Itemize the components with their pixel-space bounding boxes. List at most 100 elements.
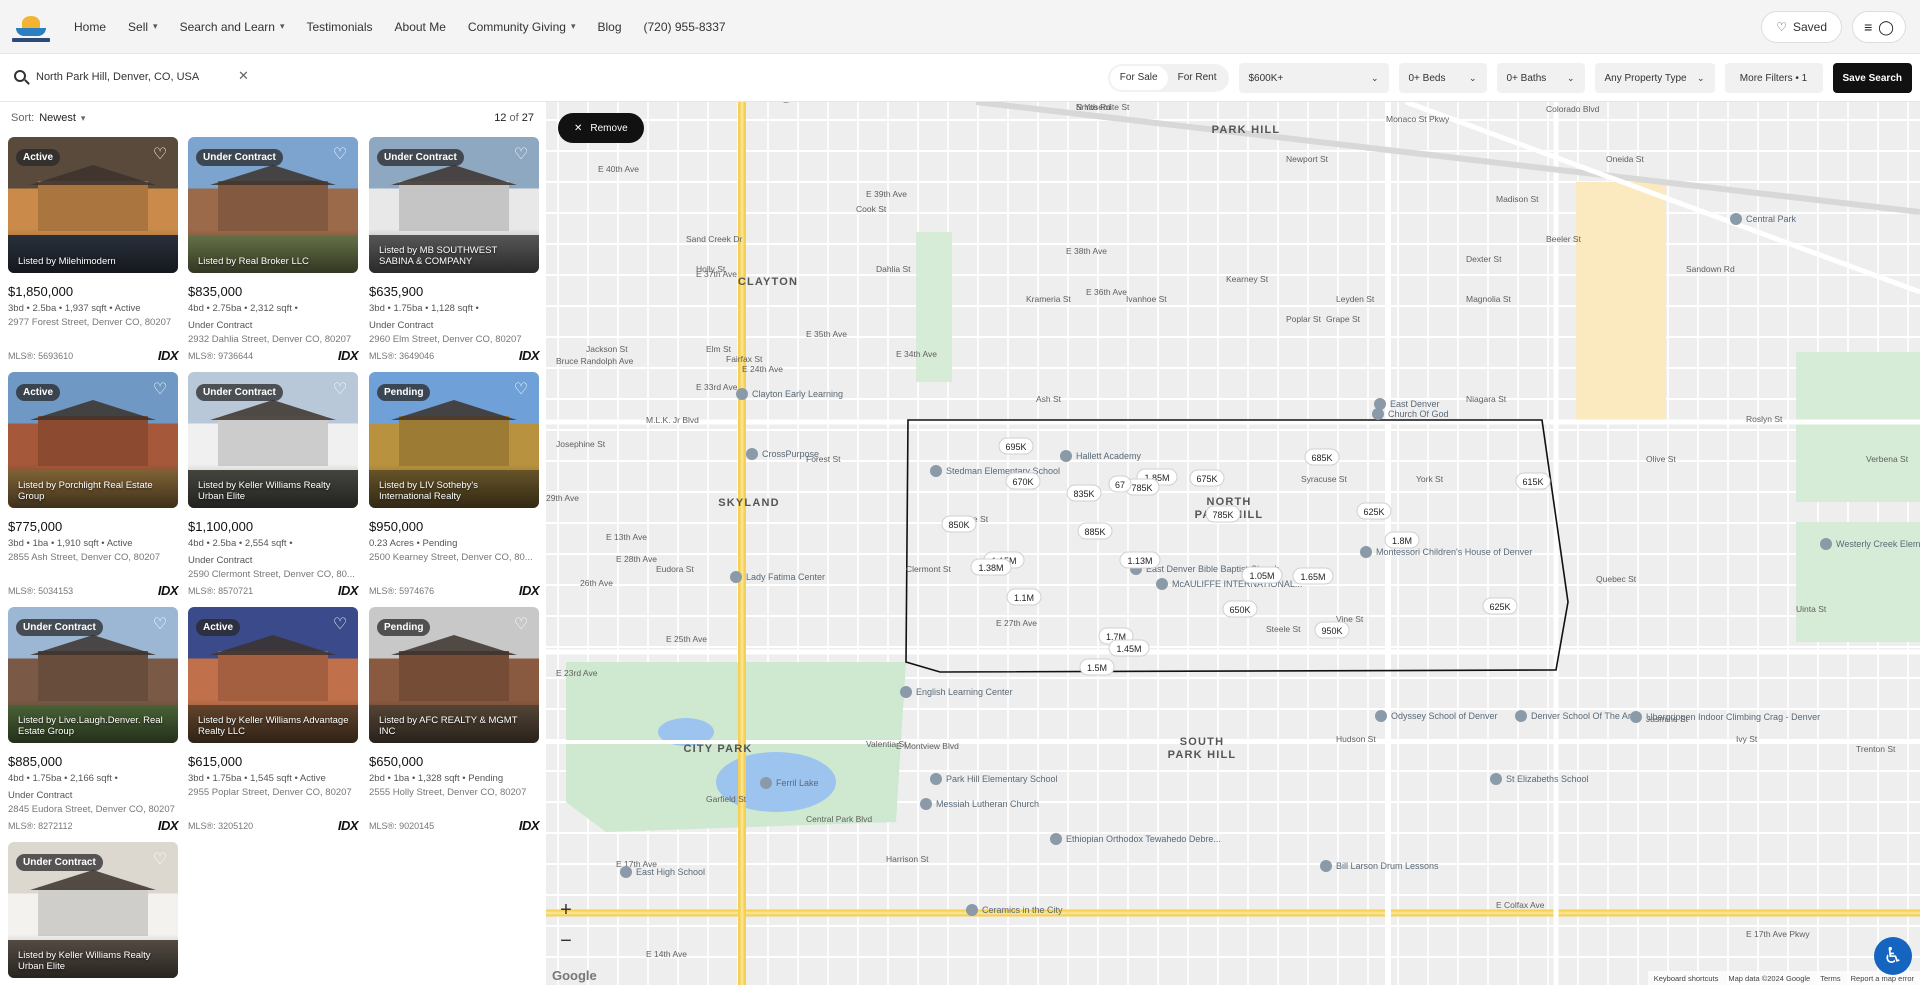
nav-sell[interactable]: Sell ▾ — [128, 20, 158, 34]
listing-photo[interactable]: Under Contract ♡ Listed by MB SOUTHWEST … — [369, 137, 539, 273]
favorite-heart-icon[interactable]: ♡ — [332, 617, 348, 633]
clear-search-icon[interactable]: ✕ — [238, 68, 249, 84]
price-pin[interactable]: 1.13M — [1119, 551, 1161, 569]
price-pin[interactable]: 950K — [1314, 621, 1350, 639]
report-error-link[interactable]: Report a map error — [1851, 974, 1914, 983]
listing-card[interactable]: Active ♡ Listed by Milehimodern $1,850,0… — [8, 137, 179, 363]
price-pin[interactable]: 675K — [1189, 469, 1225, 487]
nav-home[interactable]: Home — [74, 20, 106, 34]
price-pin[interactable]: 835K — [1066, 484, 1102, 502]
map-view[interactable]: PARK HILLCLAYTONSKYLANDNORTHPARK HILLCIT… — [546, 102, 1920, 985]
favorite-heart-icon[interactable]: ♡ — [513, 617, 529, 633]
listing-photo[interactable]: Pending ♡ Listed by AFC REALTY & MGMT IN… — [369, 607, 539, 743]
street-label: N Yosemite St — [1076, 102, 1130, 112]
favorite-heart-icon[interactable]: ♡ — [513, 147, 529, 163]
street-label: E 24th Ave — [742, 364, 783, 374]
beds-filter[interactable]: 0+ Beds ⌄ — [1398, 63, 1487, 93]
price-filter[interactable]: $600K+ ⌄ — [1238, 63, 1389, 93]
price-pin[interactable]: 850K — [941, 515, 977, 533]
remove-boundary-button[interactable]: ✕ Remove — [558, 113, 644, 143]
nav-blog[interactable]: Blog — [597, 20, 621, 34]
listing-card[interactable]: Pending ♡ Listed by LIV Sotheby's Intern… — [369, 372, 540, 598]
zoom-out-button[interactable]: − — [554, 928, 578, 954]
saved-button[interactable]: ♡ Saved — [1761, 11, 1842, 43]
price-pin[interactable]: 650K — [1222, 600, 1258, 618]
listing-card[interactable]: Under Contract ♡ Listed by Real Broker L… — [188, 137, 359, 363]
for-rent-tab[interactable]: For Rent — [1168, 66, 1227, 90]
location-search-input[interactable] — [36, 66, 236, 88]
street-label: Monaco St Pkwy — [1386, 114, 1450, 124]
nav-search-and-learn[interactable]: Search and Learn ▾ — [180, 20, 285, 34]
price-pin[interactable]: 615K — [1515, 472, 1551, 490]
listing-stats: 0.23 Acres • Pending — [369, 538, 458, 549]
nav-about-me[interactable]: About Me — [395, 20, 446, 34]
price-pin[interactable]: 685K — [1304, 448, 1340, 466]
place-label: Park Hill Elementary School — [946, 774, 1058, 784]
price-pin[interactable]: 625K — [1482, 597, 1518, 615]
listing-card[interactable]: Under Contract ♡ Listed by Keller Willia… — [8, 842, 178, 978]
favorite-heart-icon[interactable]: ♡ — [332, 382, 348, 398]
favorite-heart-icon[interactable]: ♡ — [152, 852, 168, 868]
listing-photo[interactable]: Under Contract ♡ Listed by Keller Willia… — [8, 842, 178, 978]
listing-photo[interactable]: Under Contract ♡ Listed by Real Broker L… — [188, 137, 358, 273]
keyboard-shortcuts-link[interactable]: Keyboard shortcuts — [1654, 974, 1719, 983]
sale-rent-toggle: For Sale For Rent — [1107, 64, 1229, 92]
price-pin[interactable]: 1.45M — [1108, 639, 1150, 657]
nav-community-giving[interactable]: Community Giving ▾ — [468, 20, 576, 34]
favorite-heart-icon[interactable]: ♡ — [513, 382, 529, 398]
favorite-heart-icon[interactable]: ♡ — [152, 382, 168, 398]
street-label: Niagara St — [1466, 394, 1507, 404]
chevron-down-icon: ▾ — [153, 21, 158, 31]
favorite-heart-icon[interactable]: ♡ — [152, 147, 168, 163]
price-pin[interactable]: 670K — [1005, 472, 1041, 490]
place-marker-icon — [966, 904, 978, 916]
listing-card[interactable]: Under Contract ♡ Listed by Keller Willia… — [188, 372, 359, 598]
street-label: E 36th Ave — [1086, 287, 1127, 297]
listing-card[interactable]: Active ♡ Listed by Keller Williams Advan… — [188, 607, 359, 833]
baths-filter[interactable]: 0+ Baths ⌄ — [1496, 63, 1585, 93]
listings-panel: Sort: Newest ▾ 12 of 27 Active ♡ Listed … — [0, 102, 546, 985]
price-pin[interactable]: 1.05M — [1241, 566, 1283, 584]
street-label: Hudson St — [1336, 734, 1376, 744]
top-navigation: Home Sell ▾ Search and Learn ▾ Testimonial… — [0, 0, 1920, 54]
price-pin[interactable]: 67 — [1108, 475, 1132, 493]
street-label: Kearney St — [1226, 274, 1269, 284]
nav-testimonials[interactable]: Testimonials — [307, 20, 373, 34]
status-badge: Under Contract — [196, 384, 283, 401]
listing-photo[interactable]: Under Contract ♡ Listed by Keller Willia… — [188, 372, 358, 508]
more-filters-button[interactable]: More Filters • 1 — [1724, 63, 1823, 93]
street-label: Fairfax St — [726, 354, 763, 364]
listing-photo[interactable]: Under Contract ♡ Listed by Live.Laugh.De… — [8, 607, 178, 743]
price-pin[interactable]: 695K — [998, 437, 1034, 455]
property-type-filter[interactable]: Any Property Type ⌄ — [1594, 63, 1715, 93]
mls-number: MLS®: 5693610 — [8, 350, 74, 361]
nav-phone[interactable]: (720) 955-8337 — [644, 20, 726, 34]
save-search-button[interactable]: Save Search — [1832, 63, 1912, 93]
listing-card[interactable]: Under Contract ♡ Listed by Live.Laugh.De… — [8, 607, 179, 833]
brand-logo[interactable] — [12, 8, 50, 46]
zoom-in-button[interactable]: + — [554, 897, 578, 923]
accessibility-icon[interactable]: ♿ — [1874, 937, 1912, 975]
listing-card[interactable]: Active ♡ Listed by Porchlight Real Estat… — [8, 372, 179, 598]
price-pin[interactable]: 1.8M — [1384, 531, 1420, 549]
price-pin[interactable]: 1.1M — [1006, 588, 1042, 606]
for-sale-tab[interactable]: For Sale — [1109, 66, 1168, 90]
listing-card[interactable]: Pending ♡ Listed by AFC REALTY & MGMT IN… — [369, 607, 540, 833]
favorite-heart-icon[interactable]: ♡ — [152, 617, 168, 633]
listing-photo[interactable]: Pending ♡ Listed by LIV Sotheby's Intern… — [369, 372, 539, 508]
price-pin[interactable]: 1.5M — [1079, 658, 1115, 676]
price-pin[interactable]: 1.65M — [1292, 567, 1334, 585]
price-pin[interactable]: 1.38M — [970, 558, 1012, 576]
sort-control[interactable]: Sort: Newest ▾ — [11, 112, 85, 124]
listing-photo[interactable]: Active ♡ Listed by Milehimodern — [8, 137, 178, 273]
price-pin[interactable]: 885K — [1077, 522, 1113, 540]
listing-card[interactable]: Under Contract ♡ Listed by MB SOUTHWEST … — [369, 137, 540, 363]
favorite-heart-icon[interactable]: ♡ — [332, 147, 348, 163]
listing-photo[interactable]: Active ♡ Listed by Porchlight Real Estat… — [8, 372, 178, 508]
terms-link[interactable]: Terms — [1820, 974, 1840, 983]
price-pin[interactable]: 625K — [1356, 502, 1392, 520]
map-canvas[interactable]: PARK HILLCLAYTONSKYLANDNORTHPARK HILLCIT… — [546, 102, 1920, 985]
listing-photo[interactable]: Active ♡ Listed by Keller Williams Advan… — [188, 607, 358, 743]
account-menu-button[interactable]: ≡ ◯ — [1852, 11, 1906, 43]
price-pin[interactable]: 785K — [1205, 505, 1241, 523]
